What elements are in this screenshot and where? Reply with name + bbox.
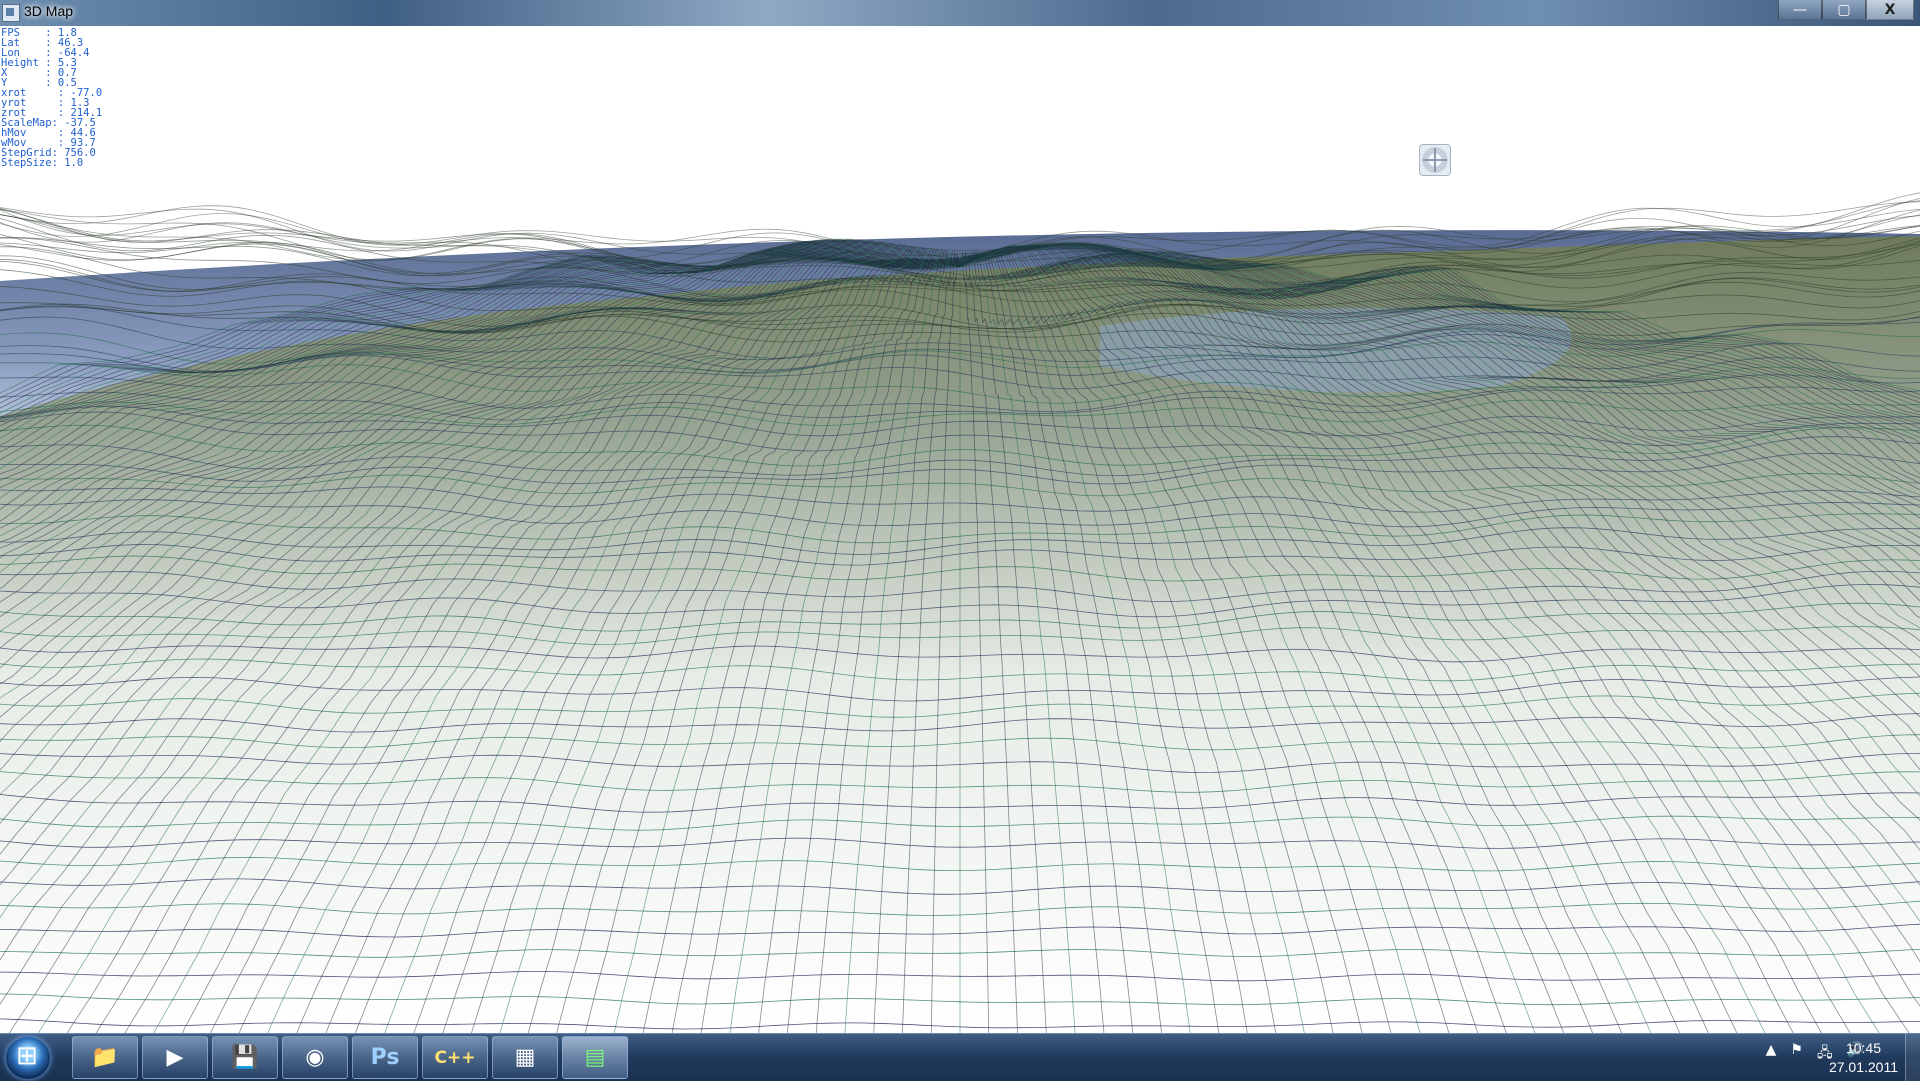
taskbar: 📁 ▶ 💾 ◉ Ps C++ ▦ ▤ ▲ ⚑ 🖧 🔊 10:45 27.01.2… [0, 1033, 1920, 1081]
clock[interactable]: 10:45 27.01.2011 [1829, 1039, 1898, 1077]
window-controls: — ▢ X [1778, 0, 1914, 20]
taskbar-save-button[interactable]: 💾 [212, 1036, 278, 1079]
window-title: 3D Map [24, 3, 74, 19]
clock-date: 27.01.2011 [1828, 1059, 1898, 1075]
taskbar-3d-map-button[interactable]: ▤ [562, 1036, 628, 1079]
compass-icon[interactable] [1419, 144, 1451, 176]
window-titlebar[interactable]: 3D Map — ▢ X [0, 0, 1920, 26]
floppy-disk-icon: 💾 [231, 1045, 259, 1070]
map-app-icon: ▤ [584, 1045, 606, 1070]
telemetry-readout: FPS : 1.8 Lat : 46.3 Lon : -64.4 Height … [1, 28, 102, 169]
taskbar-cpp-builder-button[interactable]: C++ [422, 1036, 488, 1079]
show-desktop-button[interactable] [1905, 1034, 1920, 1081]
telemetry-line: StepSize: 1.0 [1, 157, 84, 169]
clock-time: 10:45 [1845, 1040, 1881, 1056]
taskbar-media-player-button[interactable]: ▶ [142, 1036, 208, 1079]
taskbar-explorer-button[interactable]: 📁 [72, 1036, 138, 1079]
tray-expand-icon[interactable]: ▲ [1766, 1042, 1777, 1066]
media-player-icon: ▶ [166, 1045, 184, 1070]
taskbar-photoshop-button[interactable]: Ps [352, 1036, 418, 1079]
action-center-flag-icon[interactable]: ⚑ [1790, 1042, 1803, 1066]
terrain-wireframe[interactable] [0, 26, 1920, 1033]
map-viewport[interactable]: FPS : 1.8 Lat : 46.3 Lon : -64.4 Height … [0, 26, 1920, 1033]
cpp-builder-icon: C++ [434, 1047, 476, 1068]
app-grid-icon: ▦ [514, 1045, 536, 1070]
start-button[interactable] [6, 1037, 50, 1079]
taskbar-chrome-button[interactable]: ◉ [282, 1036, 348, 1079]
app-icon[interactable] [2, 4, 20, 22]
photoshop-icon: Ps [370, 1045, 400, 1070]
folder-icon: 📁 [91, 1045, 119, 1070]
close-button[interactable]: X [1866, 0, 1914, 20]
chrome-icon: ◉ [305, 1045, 325, 1070]
minimize-button[interactable]: — [1778, 0, 1822, 20]
taskbar-app-grid-button[interactable]: ▦ [492, 1036, 558, 1079]
maximize-button[interactable]: ▢ [1822, 0, 1866, 20]
